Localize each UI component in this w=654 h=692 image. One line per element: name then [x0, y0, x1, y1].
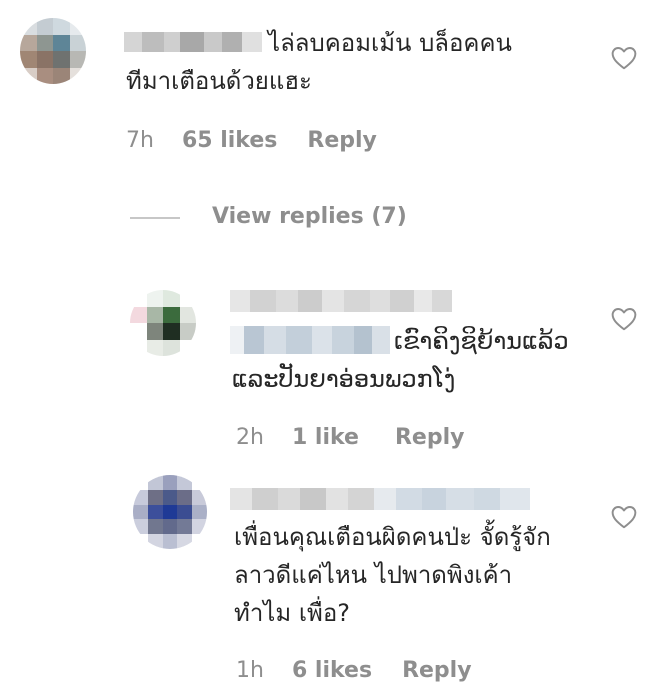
reply-button[interactable]: Reply: [395, 425, 465, 450]
mentioned-username[interactable]: [230, 326, 390, 354]
comment-meta: 2h 1 like Reply: [236, 425, 464, 450]
timestamp: 1h: [236, 658, 264, 683]
comment-text: ลาวดีแค่ไหน ไปพาดพิงเค้า: [234, 561, 513, 589]
heart-outline-icon[interactable]: [611, 505, 637, 529]
likes-count[interactable]: 6 likes: [292, 658, 372, 683]
comment-text: ทีมาเตือนด้วยแฮะ: [126, 67, 312, 95]
username[interactable]: [124, 32, 262, 52]
comment-text: เพื่อนคุณเตือนผิดคนป่ะ จั้ดรู้จัก: [234, 523, 551, 551]
comment-text: ไล่ลบคอมเม้น บล็อคคน: [268, 29, 512, 57]
view-replies-button[interactable]: View replies (7): [212, 204, 407, 229]
comment-meta: 7h 65 likes Reply: [126, 128, 377, 153]
comment-text: ເຂົາຄິງຊິຍ້ານແລ້ວ: [394, 327, 569, 355]
username[interactable]: [230, 488, 530, 510]
comment-text: ทำไม เพื่อ?: [234, 599, 350, 627]
reply-button[interactable]: Reply: [402, 658, 472, 683]
username[interactable]: [230, 290, 452, 312]
timestamp: 2h: [236, 425, 264, 450]
likes-count[interactable]: 65 likes: [182, 128, 277, 153]
heart-outline-icon[interactable]: [611, 307, 637, 331]
comment-meta: 1h 6 likes Reply: [236, 658, 472, 683]
avatar[interactable]: [133, 475, 207, 549]
reply-button[interactable]: Reply: [307, 128, 377, 153]
timestamp: 7h: [126, 128, 154, 153]
comment-text: ແລະປັນຍາອ່ອນພວກໂງ່: [232, 365, 456, 393]
replies-divider: [130, 217, 180, 219]
likes-count[interactable]: 1 like: [292, 425, 359, 450]
heart-outline-icon[interactable]: [611, 46, 637, 70]
avatar[interactable]: [130, 290, 196, 356]
avatar[interactable]: [20, 18, 86, 84]
